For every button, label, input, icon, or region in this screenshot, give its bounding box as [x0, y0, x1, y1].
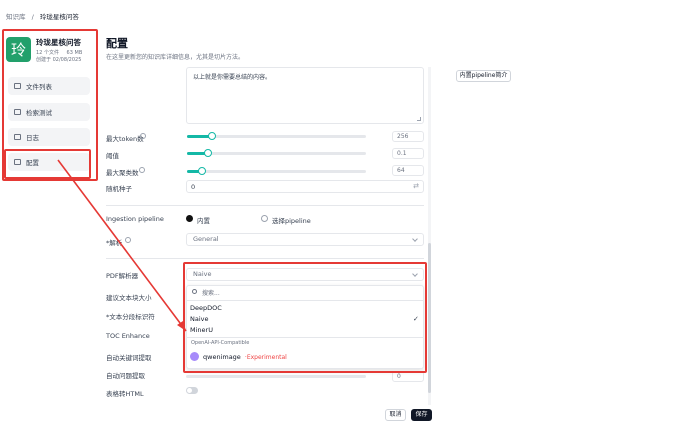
- save-button[interactable]: 保存: [411, 409, 432, 421]
- cancel-button[interactable]: 取消: [385, 409, 406, 421]
- annotation-arrow: [57, 159, 187, 332]
